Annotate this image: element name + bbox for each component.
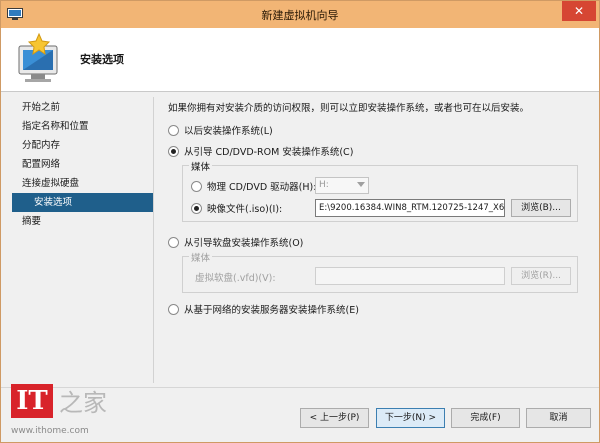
option-install-later[interactable]: 以后安装操作系统(L)	[168, 123, 273, 137]
option-install-cd-label: 从引导 CD/DVD-ROM 安装操作系统(C)	[184, 147, 354, 158]
option-install-network[interactable]: 从基于网络的安装服务器安装操作系统(E)	[168, 302, 359, 316]
chevron-down-icon	[357, 182, 365, 187]
radio-install-network[interactable]	[168, 303, 179, 315]
option-install-floppy[interactable]: 从引导软盘安装操作系统(O)	[168, 235, 303, 249]
radio-physical-drive[interactable]	[191, 180, 202, 192]
option-install-later-label: 以后安装操作系统(L)	[184, 126, 273, 137]
radio-install-floppy[interactable]	[168, 236, 179, 248]
wizard-header: 安装选项	[1, 28, 599, 92]
window-title: 新建虚拟机向导	[261, 9, 339, 22]
radio-image-file[interactable]	[191, 202, 202, 214]
browse-image-button[interactable]: 浏览(B)...	[511, 199, 571, 217]
sidebar-item-summary[interactable]: 摘要	[12, 212, 154, 231]
ithome-logo: IT	[11, 384, 53, 418]
page-title: 安装选项	[80, 53, 124, 66]
sidebar-item-memory[interactable]: 分配内存	[12, 136, 154, 155]
option-image-file[interactable]: 映像文件(.iso)(I):	[191, 201, 282, 215]
vfd-label: 虚拟软盘(.vfd)(V):	[195, 273, 276, 284]
option-install-floppy-label: 从引导软盘安装操作系统(O)	[184, 238, 304, 249]
cd-media-group: 媒体 物理 CD/DVD 驱动器(H): H: 映像文件(.iso)(I): E…	[182, 159, 578, 222]
monitor-wizard-icon	[18, 32, 58, 82]
option-install-cd[interactable]: 从引导 CD/DVD-ROM 安装操作系统(C)	[168, 144, 353, 158]
wizard-window: 新建虚拟机向导 ✕ 安装选项 开始之前 指定名称和位置 分配内存 配置网络 连接…	[0, 0, 600, 443]
browse-vfd-button[interactable]: 浏览(R)...	[511, 267, 571, 285]
previous-button[interactable]: < 上一步(P)	[300, 408, 369, 428]
intro-text: 如果你拥有对安装介质的访问权限，则可以立即安装操作系统，或者也可在以后安装。	[168, 103, 530, 114]
next-button[interactable]: 下一步(N) >	[376, 408, 445, 428]
sidebar-item-name-location[interactable]: 指定名称和位置	[12, 117, 154, 136]
physical-drive-label: 物理 CD/DVD 驱动器(H):	[207, 182, 317, 193]
image-file-path-input[interactable]: E:\9200.16384.WIN8_RTM.120725-1247_X64	[315, 199, 505, 217]
sidebar-item-virtual-disk[interactable]: 连接虚拟硬盘	[12, 174, 154, 193]
floppy-media-group: 媒体 虚拟软盘(.vfd)(V): 浏览(R)...	[182, 250, 578, 293]
cd-media-group-title: 媒体	[189, 159, 213, 173]
ithome-url: www.ithome.com	[11, 426, 89, 436]
vfd-path-input[interactable]	[315, 267, 505, 285]
physical-drive-select[interactable]: H:	[315, 177, 369, 194]
option-physical-drive[interactable]: 物理 CD/DVD 驱动器(H):	[191, 179, 316, 193]
radio-install-cd[interactable]	[168, 145, 179, 157]
cancel-button[interactable]: 取消	[526, 408, 591, 428]
sidebar-item-before-you-begin[interactable]: 开始之前	[12, 98, 154, 117]
finish-button[interactable]: 完成(F)	[451, 408, 520, 428]
ithome-logo-hanzi: 之家	[59, 389, 107, 417]
sidebar-item-install-options[interactable]: 安装选项	[12, 193, 154, 212]
wizard-steps: 开始之前 指定名称和位置 分配内存 配置网络 连接虚拟硬盘 安装选项 摘要	[12, 98, 154, 231]
physical-drive-value: H:	[319, 180, 329, 190]
ithome-watermark: IT 之家 www.ithome.com	[9, 383, 114, 441]
install-options-panel: 如果你拥有对安装介质的访问权限，则可以立即安装操作系统，或者也可在以后安装。 以…	[164, 97, 589, 383]
sidebar-divider	[153, 97, 154, 383]
radio-install-later[interactable]	[168, 124, 179, 136]
image-file-label: 映像文件(.iso)(I):	[207, 204, 283, 215]
close-button[interactable]: ✕	[562, 1, 596, 21]
sidebar-item-network[interactable]: 配置网络	[12, 155, 154, 174]
option-install-network-label: 从基于网络的安装服务器安装操作系统(E)	[184, 305, 359, 316]
floppy-media-group-title: 媒体	[189, 250, 213, 264]
title-bar: 新建虚拟机向导 ✕	[1, 1, 599, 28]
